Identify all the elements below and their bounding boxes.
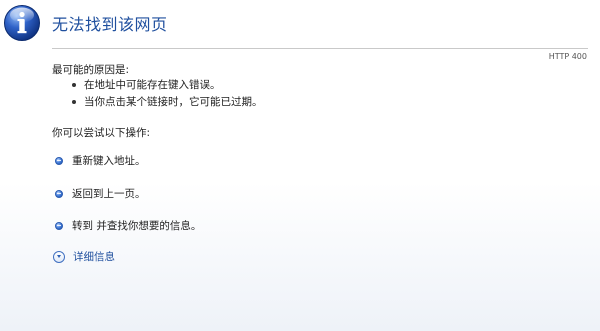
- reasons-heading: 最可能的原因是:: [52, 64, 130, 76]
- reason-item: 在地址中可能存在键入错误。: [70, 78, 263, 95]
- blue-dot-icon: [55, 222, 63, 230]
- action-retype-address: 重新键入地址。: [55, 154, 146, 168]
- info-icon: [4, 5, 40, 41]
- action-text: 转到 并查找你想要的信息。: [72, 220, 202, 232]
- reasons-list: 在地址中可能存在键入错误。 当你点击某个链接时，它可能已过期。: [70, 78, 263, 112]
- details-toggle[interactable]: 详细信息: [53, 249, 115, 264]
- bullet-dot-icon: [72, 100, 76, 104]
- reason-item: 当你点击某个链接时，它可能已过期。: [70, 95, 263, 112]
- title-divider: [52, 48, 588, 49]
- reason-text: 当你点击某个链接时，它可能已过期。: [84, 96, 263, 108]
- action-go-to: 转到 并查找你想要的信息。: [55, 219, 201, 233]
- page-title: 无法找到该网页: [52, 15, 168, 34]
- action-go-back[interactable]: 返回到上一页。: [55, 187, 146, 201]
- blue-dot-icon: [55, 157, 63, 165]
- bullet-dot-icon: [72, 83, 76, 87]
- chevron-down-circle-icon[interactable]: [53, 250, 65, 263]
- blue-dot-icon: [55, 190, 63, 198]
- reason-text: 在地址中可能存在键入错误。: [84, 79, 221, 91]
- action-text: 返回到上一页。: [72, 188, 146, 200]
- status-code: HTTP 400: [548, 52, 587, 61]
- action-text: 重新键入地址。: [72, 155, 146, 167]
- actions-heading: 你可以尝试以下操作:: [52, 127, 151, 139]
- details-label[interactable]: 详细信息: [73, 249, 115, 264]
